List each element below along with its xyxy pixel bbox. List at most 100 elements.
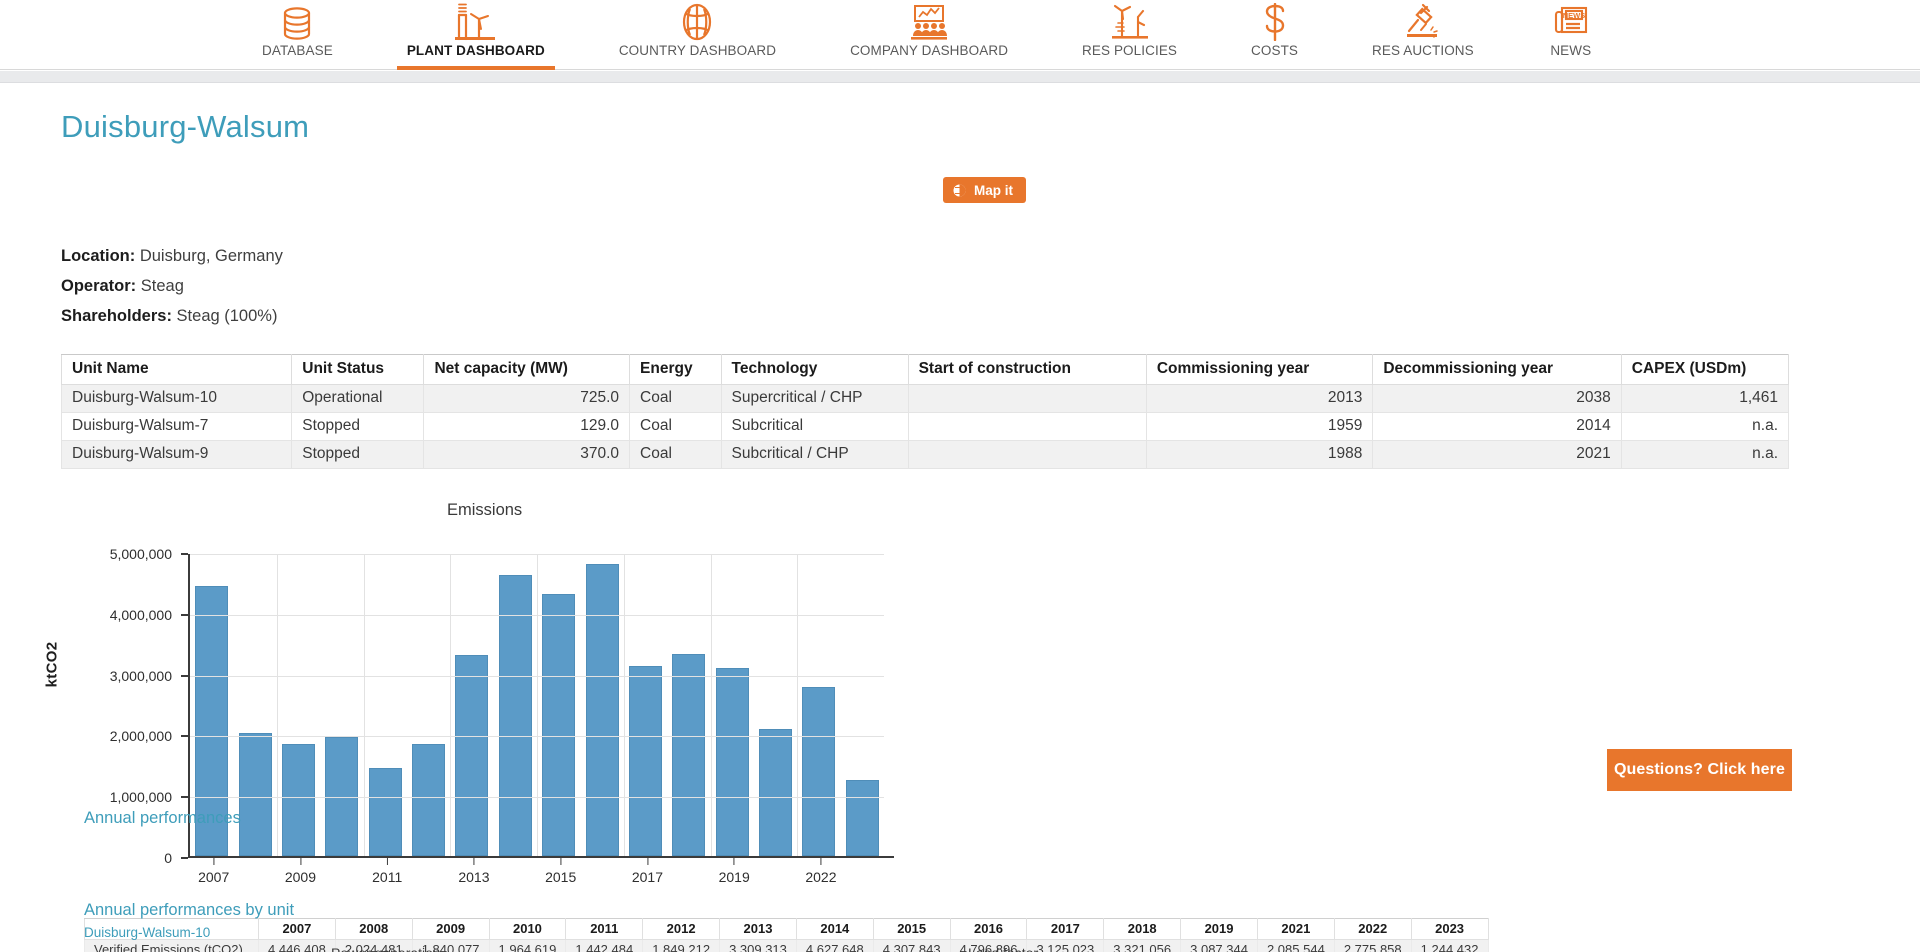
cell-unit-name: Duisburg-Walsum-9 [60, 440, 293, 469]
perf-row-label: Verified Emissions (tCO2) [84, 939, 259, 952]
perf-cell-verified-emissions: 3,321,056 [1103, 939, 1182, 952]
annual-performances-link[interactable]: Annual performances [84, 809, 241, 828]
perf-column-header-year: 2007 [258, 918, 336, 940]
perf-column-header-year: 2018 [1103, 918, 1182, 940]
chart-bar[interactable] [759, 729, 793, 856]
column-header-technology[interactable]: Technology [720, 354, 909, 385]
perf-cell-verified-emissions: 3,309,313 [719, 939, 797, 952]
column-header-capex[interactable]: CAPEX (USDm) [1620, 354, 1790, 385]
chart-bar-slot [407, 554, 450, 856]
chart-bar[interactable] [672, 654, 706, 856]
annual-performances-by-unit-link[interactable]: Annual performances by unit [84, 901, 294, 920]
metadata-location: Location: Duisburg, Germany [61, 241, 283, 271]
chart-vertical-gridline [537, 554, 538, 856]
perf-column-header-year: 2019 [1180, 918, 1258, 940]
column-header-net-capacity[interactable]: Net capacity (MW) [423, 354, 631, 385]
column-header-commissioning-year[interactable]: Commissioning year [1145, 354, 1374, 385]
cell-commissioning-year: 1959 [1145, 412, 1374, 441]
chart-bar[interactable] [368, 768, 402, 856]
nav-item-plant-dashboard[interactable]: PLANT DASHBOARD [393, 0, 559, 70]
chart-bar[interactable] [715, 668, 749, 856]
chart-x-tick-mark [560, 858, 562, 865]
chart-bar-slot [320, 554, 363, 856]
column-header-start-of-construction[interactable]: Start of construction [907, 354, 1147, 385]
nav-item-res-policies[interactable]: RES POLICIES [1068, 0, 1191, 70]
chart-bar[interactable] [542, 594, 576, 856]
column-header-decommissioning-year[interactable]: Decommissioning year [1372, 354, 1622, 385]
power-generation-chart-label: Power generation [331, 945, 441, 952]
chart-bar[interactable] [498, 574, 532, 856]
company-icon [906, 3, 952, 41]
chart-y-tick-mark [181, 796, 188, 799]
cell-commissioning-year: 1988 [1145, 440, 1374, 469]
shareholders-value: Steag (100%) [176, 307, 278, 325]
nav-item-res-auctions[interactable]: RES AUCTIONS [1358, 0, 1488, 70]
chart-x-tick-label: 2019 [718, 869, 750, 885]
metadata-shareholders: Shareholders: Steag (100%) [61, 301, 283, 331]
map-it-button-label: Map it [974, 182, 1013, 198]
nav-item-country-dashboard[interactable]: COUNTRY DASHBOARD [605, 0, 790, 70]
column-header-energy[interactable]: Energy [629, 354, 722, 385]
table-row[interactable]: Duisburg-Walsum-10 Operational 725.0 Coa… [60, 384, 1790, 413]
chart-bar[interactable] [455, 654, 489, 856]
cell-commissioning-year: 2013 [1145, 384, 1374, 413]
perf-column-header-year: 2014 [795, 918, 874, 940]
chart-bar[interactable] [238, 732, 272, 856]
perf-column-header-year: 2021 [1256, 918, 1335, 940]
perf-cell-verified-emissions: 1,442,484 [565, 939, 644, 952]
nav-item-news[interactable]: NEWS NEWS [1534, 0, 1608, 70]
chart-y-tick-mark [181, 553, 188, 555]
svg-text:NEWS: NEWS [1563, 11, 1586, 20]
perf-column-header-year: 2009 [411, 918, 490, 940]
table-row[interactable]: Duisburg-Walsum-7 Stopped 129.0 Coal Sub… [60, 412, 1790, 441]
chart-bar[interactable] [628, 666, 662, 856]
cell-technology: Supercritical / CHP [720, 384, 909, 413]
unit-link-duisburg-walsum-10[interactable]: Duisburg-Walsum-10 [84, 925, 210, 940]
nav-item-database[interactable]: DATABASE [248, 0, 347, 70]
chart-x-tick: 2019 [719, 858, 750, 885]
chart-x-tick-label: 2009 [284, 869, 317, 885]
cell-decommissioning-year: 2021 [1372, 440, 1622, 469]
cell-start-of-construction [907, 440, 1147, 469]
chart-bar[interactable] [281, 744, 315, 856]
chart-y-tick-mark [181, 674, 188, 677]
chart-plot-inner: 0 1,000,000 2,000,000 3,000,000 4,000,000 5,0… [110, 546, 894, 866]
top-navigation-bar: DATABASE PLANT DASHBOARD COUNTRY DASHBOA… [0, 0, 1920, 70]
chart-bar-slot [580, 554, 623, 856]
chart-y-tick-label: 3,000,000 [109, 667, 172, 684]
chart-x-tick-label: 2013 [458, 869, 490, 885]
perf-column-header-year: 2017 [1026, 918, 1105, 940]
newspaper-icon: NEWS [1548, 3, 1594, 41]
nav-item-costs-label: COSTS [1251, 43, 1299, 58]
column-header-unit-status[interactable]: Unit Status [291, 354, 425, 385]
perf-cell-verified-emissions: 2,775,858 [1333, 939, 1412, 952]
column-header-unit-name[interactable]: Unit Name [60, 354, 293, 385]
chart-bar[interactable] [412, 743, 446, 856]
chart-bar[interactable] [802, 687, 836, 856]
chart-bar-slot [711, 554, 754, 856]
chart-x-tick: 2009 [285, 858, 316, 885]
chart-bar[interactable] [585, 564, 619, 856]
chart-bar[interactable] [845, 780, 879, 856]
perf-cell-verified-emissions: 4,627,648 [795, 939, 874, 952]
perf-cell-verified-emissions: 3,087,344 [1180, 939, 1258, 952]
chart-x-tick: 2011 [372, 858, 402, 885]
chart-x-tick-mark [299, 858, 301, 865]
cell-unit-status: Operational [291, 384, 425, 413]
chart-x-tick-mark [820, 858, 822, 865]
perf-column-header-year: 2023 [1410, 918, 1489, 940]
chart-x-ticks: 2007 2009 2011 2013 2015 2017 2019 2022 [190, 858, 884, 888]
cell-net-capacity: 370.0 [423, 440, 631, 469]
questions-cta-button[interactable]: Questions? Click here [1607, 749, 1792, 791]
chart-bar-slot [450, 554, 493, 856]
nav-item-company-dashboard[interactable]: COMPANY DASHBOARD [836, 0, 1022, 70]
chart-y-tick-label: 2,000,000 [109, 728, 172, 745]
chart-vertical-gridline [276, 554, 278, 856]
annual-performances-table: 2007 2008 2009 2010 2011 2012 2013 2014 2015 2016… [84, 918, 1489, 952]
map-it-button[interactable]: Map it [943, 177, 1026, 203]
chart-bar-slot [667, 554, 710, 856]
res-policies-icon [1107, 3, 1153, 41]
nav-item-costs[interactable]: COSTS [1237, 0, 1312, 70]
perf-cell-verified-emissions: 1,849,212 [642, 939, 721, 952]
table-row[interactable]: Duisburg-Walsum-9 Stopped 370.0 Coal Sub… [60, 440, 1790, 469]
